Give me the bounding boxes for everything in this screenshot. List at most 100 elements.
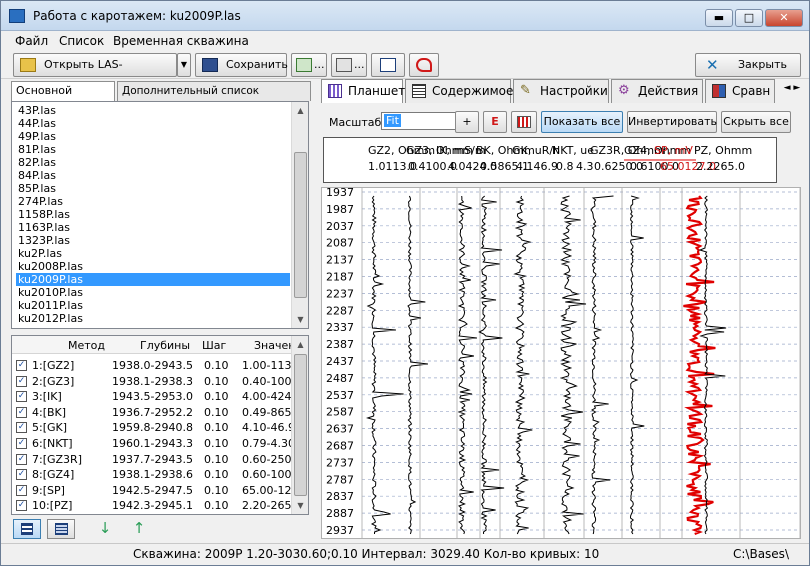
open-las-button[interactable]: Открыть LAS-файл(ы)...: [13, 53, 177, 93]
scroll-down-arrow-icon[interactable]: ▼: [294, 313, 307, 326]
depth-label: 2437: [326, 355, 354, 368]
tab-tablet[interactable]: Планшет: [321, 79, 405, 103]
curve-checkbox[interactable]: ✓: [16, 484, 27, 496]
status-path: C:\Bases\: [733, 547, 789, 561]
file-list-item[interactable]: 43P.las: [18, 104, 56, 117]
curve-method: 9:[SP]: [32, 483, 65, 497]
compare-icon: [712, 84, 726, 98]
curve-row[interactable]: ✓ 6:[NKT] 1960.1-2943.3 0.10 0.79-4.30: [12, 436, 295, 451]
curve-checkbox[interactable]: ✓: [16, 406, 27, 418]
curve-header-range: 4.146.9: [516, 160, 558, 173]
close-x-icon: ✕: [706, 56, 719, 74]
invert-button[interactable]: Инвертировать: [627, 111, 717, 133]
tab-contents[interactable]: Содержимое: [405, 79, 513, 103]
file-list-item[interactable]: 1323P.las: [18, 234, 70, 247]
grid-view-button[interactable]: [47, 519, 75, 539]
curve-row[interactable]: ✓ 9:[SP] 1942.5-2947.5 0.10 65.00-127.00: [12, 483, 308, 498]
col-step[interactable]: Шаг: [202, 339, 226, 352]
depth-label: 1987: [326, 203, 354, 216]
curve-row[interactable]: ✓ 5:[GK] 1959.8-2940.8 0.10 4.10-46.90: [12, 420, 302, 435]
file-list-item[interactable]: 85P.las: [18, 182, 56, 195]
curve-checkbox[interactable]: ✓: [16, 438, 27, 449]
curves-scroll-up-icon[interactable]: ▲: [294, 338, 307, 351]
curve-header-svg: GZ2, OhmmGZ3, OhmmIK, mS/mBK, OhmmGK, uR…: [368, 144, 752, 173]
minimize-button[interactable]: ▬: [705, 9, 733, 27]
tab-settings[interactable]: ✎ Настройки: [513, 79, 609, 103]
title-bar: Работа с каротажем: ku2009P.las ▬ □ ✕: [1, 1, 809, 31]
curve-checkbox[interactable]: ✓: [16, 360, 27, 371]
file-list-item[interactable]: 81P.las: [18, 143, 56, 156]
curve-row[interactable]: ✓ 8:[GZ4] 1938.1-2938.6 0.10 0.60-100.00: [12, 467, 308, 482]
curve-row[interactable]: ✓ 3:[IK] 1943.5-2953.0 0.10 4.00-424.00: [12, 389, 308, 404]
depth-label: 2037: [326, 220, 354, 233]
file-list-item[interactable]: ku2P.las: [18, 247, 62, 260]
curve-checkbox[interactable]: ✓: [16, 469, 27, 481]
table-button[interactable]: [371, 53, 405, 77]
file-list-item[interactable]: 274P.las: [18, 195, 63, 208]
curves-scroll-thumb[interactable]: [294, 354, 307, 496]
e-button[interactable]: E: [483, 111, 507, 133]
tab-actions[interactable]: ⚙ Действия: [611, 79, 703, 103]
col-method[interactable]: Метод: [68, 339, 105, 352]
scroll-thumb[interactable]: [294, 152, 307, 298]
maximize-button[interactable]: □: [735, 9, 763, 27]
file-list-scrollbar[interactable]: ▲ ▼: [291, 102, 308, 328]
file-list-item[interactable]: ku2008P.las: [18, 260, 83, 273]
pane-splitter[interactable]: [313, 81, 317, 541]
open-dropdown-button[interactable]: ▼: [177, 53, 191, 77]
col-depths[interactable]: Глубины: [140, 339, 190, 352]
depth-label: 2637: [326, 423, 354, 436]
close-window-button[interactable]: ✕: [765, 9, 803, 27]
file-list-item[interactable]: 44P.las: [18, 117, 56, 130]
file-list-item[interactable]: ku2010P.las: [18, 286, 83, 299]
curve-row[interactable]: ✓ 2:[GZ3] 1938.1-2938.3 0.10 0.40-100.00: [12, 374, 308, 389]
close-button[interactable]: ✕ Закрыть: [695, 53, 801, 77]
show-all-button[interactable]: Показать все: [541, 111, 623, 133]
hide-all-button[interactable]: Скрыть все: [721, 111, 791, 133]
menu-temp-well[interactable]: Временная скважина: [113, 34, 249, 48]
file-list-item[interactable]: 1163P.las: [18, 221, 70, 234]
menu-list[interactable]: Список: [59, 34, 104, 48]
file-list-item[interactable]: 84P.las: [18, 169, 56, 182]
paste-button[interactable]: ...: [331, 53, 367, 77]
depth-label: 1937: [326, 188, 354, 199]
tab-compare[interactable]: Сравн: [705, 79, 775, 103]
curve-bars-button[interactable]: [511, 111, 537, 133]
curve-checkbox[interactable]: ✓: [16, 391, 27, 403]
curve-row[interactable]: ✓ 4:[BK] 1936.7-2952.2 0.10 0.49-865.08: [12, 405, 308, 420]
move-up-arrow-icon[interactable]: ↑: [125, 519, 153, 539]
curve-step: 0.10: [204, 499, 229, 513]
curve-checkbox[interactable]: ✓: [16, 375, 27, 387]
file-list[interactable]: 43P.las 44P.las 49P.las 81P.las 82P.las 84P.l…: [11, 101, 309, 329]
file-list-item[interactable]: ku2012P.las: [18, 312, 83, 325]
scroll-up-arrow-icon[interactable]: ▲: [294, 104, 307, 117]
curve-row[interactable]: ✓ 7:[GZ3R] 1937.7-2943.5 0.10 0.60-250.00: [12, 452, 308, 467]
curve-checkbox[interactable]: ✓: [16, 453, 27, 465]
curve-checkbox[interactable]: ✓: [16, 500, 27, 512]
list-view-button[interactable]: [13, 519, 41, 539]
move-down-arrow-icon[interactable]: ↓: [91, 519, 119, 539]
tab-scroll-buttons[interactable]: ◄ ►: [777, 83, 807, 99]
tab-main-list[interactable]: Основной список: [11, 81, 115, 115]
menu-bar: Файл Список Временная скважина: [1, 31, 809, 51]
curve-row[interactable]: ✓ 10:[PZ] 1942.3-2945.1 0.10 2.20-265.00: [12, 498, 308, 513]
copy-button[interactable]: ...: [291, 53, 327, 77]
curves-scrollbar[interactable]: ▲ ▼: [291, 336, 308, 514]
curve-checkbox[interactable]: ✓: [16, 422, 27, 434]
log-plot[interactable]: 1937 1987 2037 2087 2137 2187 2237 2287 2337 2387…: [321, 187, 801, 539]
save-button[interactable]: Сохранить: [195, 53, 288, 77]
curve-method: 6:[NKT]: [32, 437, 73, 450]
file-list-item[interactable]: 1158P.las: [18, 208, 70, 221]
curve-row[interactable]: ✓ 1:[GZ2] 1938.0-2943.5 0.10 1.00-113.00: [12, 358, 308, 373]
file-list-item[interactable]: ku2011P.las: [18, 299, 83, 312]
tab-additional-list[interactable]: Дополнительный список (выборка): [117, 81, 311, 115]
zoom-in-button[interactable]: +: [455, 111, 479, 133]
menu-file[interactable]: Файл: [15, 34, 48, 48]
curves-scroll-down-icon[interactable]: ▼: [294, 499, 307, 512]
file-list-item[interactable]: 49P.las: [18, 130, 56, 143]
arc-tool-button[interactable]: [409, 53, 439, 77]
curve-method: 5:[GK]: [32, 421, 68, 435]
file-list-item[interactable]: 82P.las: [18, 156, 56, 169]
window-title: Работа с каротажем: ku2009P.las: [33, 9, 241, 23]
file-list-item[interactable]: ku2009P.las: [16, 273, 290, 286]
